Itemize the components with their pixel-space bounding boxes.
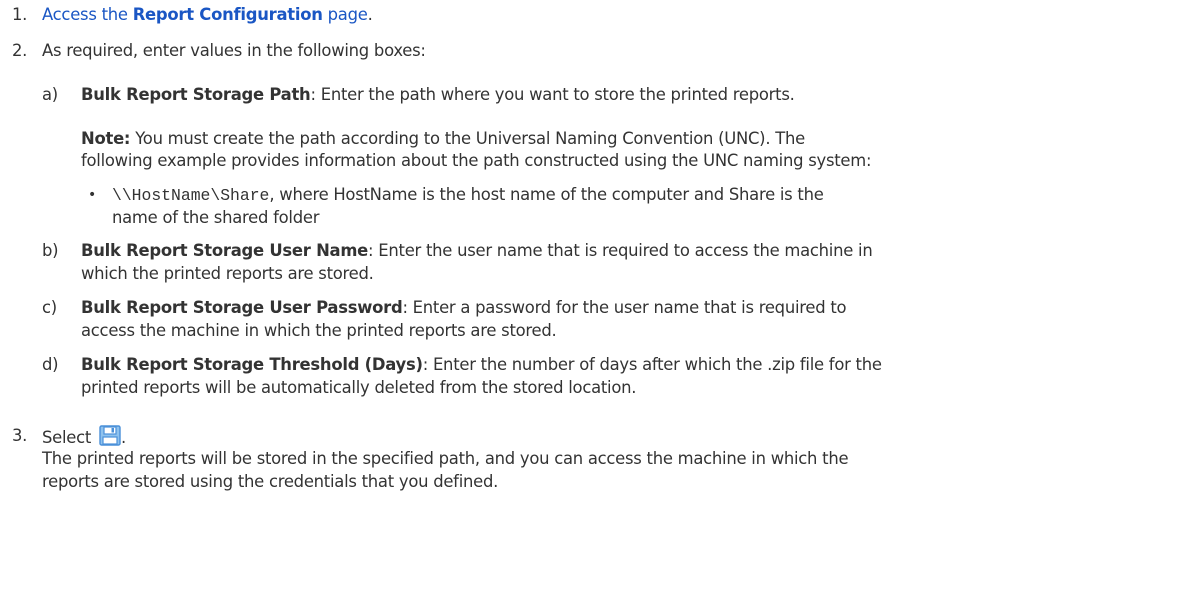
substep-c: Bulk Report Storage User Password: Enter… bbox=[81, 297, 847, 319]
bullet-line-2: name of the shared folder bbox=[112, 208, 320, 227]
substep-b-line-2: which the printed reports are stored. bbox=[81, 264, 374, 283]
note-line-1: Note: You must create the path according… bbox=[81, 128, 805, 150]
step-number: 3. bbox=[12, 426, 28, 445]
link-text[interactable]: Access the bbox=[42, 5, 133, 24]
step-3-result-line-2: reports are stored using the credentials… bbox=[42, 472, 499, 491]
step-3: Select . bbox=[42, 425, 126, 449]
save-icon[interactable] bbox=[99, 425, 121, 446]
unc-path-code: \\HostName\Share bbox=[112, 186, 270, 205]
procedure-document: 1. Access the Report Configuration page.… bbox=[0, 0, 1195, 598]
select-text: Select bbox=[42, 428, 97, 447]
step-number: 2. bbox=[12, 41, 28, 60]
substep-a: Bulk Report Storage Path: Enter the path… bbox=[81, 84, 795, 106]
bullet-text: , where HostName is the host name of the… bbox=[269, 185, 824, 204]
link-bold-text[interactable]: Report Configuration bbox=[133, 5, 323, 24]
period: . bbox=[367, 5, 373, 24]
substep-b: Bulk Report Storage User Name: Enter the… bbox=[81, 240, 873, 262]
field-description: : Enter a password for the user name tha… bbox=[402, 298, 847, 317]
substep-c-line-2: access the machine in which the printed … bbox=[81, 321, 557, 340]
step-3-result-line-1: The printed reports will be stored in th… bbox=[42, 449, 849, 468]
period: . bbox=[121, 428, 126, 447]
substep-label: b) bbox=[42, 241, 59, 260]
substep-d: Bulk Report Storage Threshold (Days): En… bbox=[81, 354, 882, 376]
substep-label: a) bbox=[42, 85, 58, 104]
report-configuration-link[interactable]: Access the Report Configuration page bbox=[42, 5, 368, 24]
substep-label: c) bbox=[42, 298, 57, 317]
bullet-line-1: \\HostName\Share, where HostName is the … bbox=[112, 184, 824, 207]
field-description: : Enter the user name that is required t… bbox=[368, 241, 873, 260]
field-name: Bulk Report Storage User Name bbox=[81, 241, 369, 260]
substep-d-line-2: printed reports will be automatically de… bbox=[81, 378, 637, 397]
bullet: • bbox=[88, 187, 97, 203]
link-text-end[interactable]: page bbox=[323, 5, 368, 24]
note-label: Note: bbox=[81, 129, 131, 148]
field-name: Bulk Report Storage Path bbox=[81, 85, 311, 104]
field-name: Bulk Report Storage Threshold (Days) bbox=[81, 355, 423, 374]
step-2-text: As required, enter values in the followi… bbox=[42, 41, 426, 60]
step-1: Access the Report Configuration page. bbox=[42, 4, 373, 26]
substep-label: d) bbox=[42, 355, 59, 374]
note-text: You must create the path according to th… bbox=[130, 129, 805, 148]
step-number: 1. bbox=[12, 5, 28, 24]
field-description: : Enter the number of days after which t… bbox=[422, 355, 882, 374]
note-line-2: following example provides information a… bbox=[81, 151, 872, 170]
field-name: Bulk Report Storage User Password bbox=[81, 298, 403, 317]
field-description: : Enter the path where you want to store… bbox=[310, 85, 795, 104]
